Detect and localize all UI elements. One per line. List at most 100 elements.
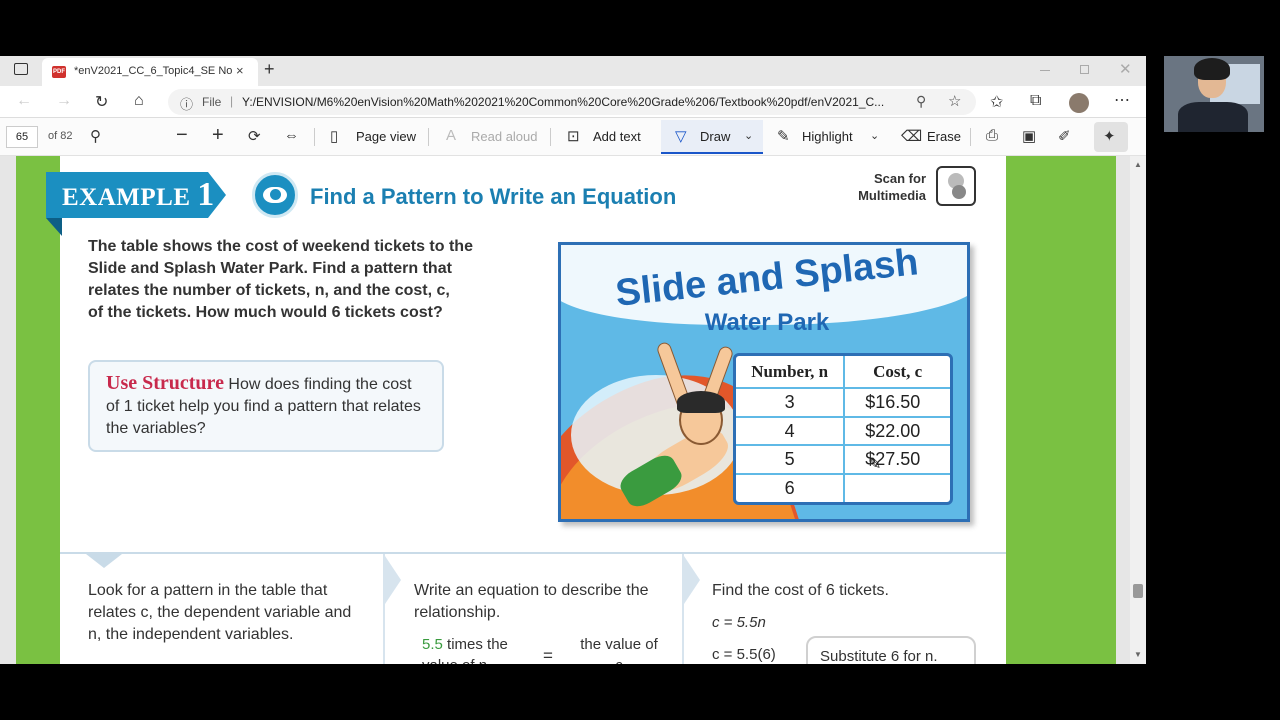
erase-button[interactable]: Erase [927, 129, 961, 144]
cell-number: 3 [736, 388, 846, 418]
close-window-icon[interactable]: ✕ [1119, 60, 1132, 78]
close-tab-icon[interactable]: × [236, 63, 244, 78]
page-green-margin-right [1006, 156, 1116, 664]
tab-bar: PDF *enV2021_CC_6_Topic4_SE Notes × + ✕ [0, 56, 1146, 86]
cell-cost [844, 474, 950, 502]
scroll-down-icon[interactable]: ▼ [1134, 650, 1142, 659]
eye-icon [252, 172, 298, 218]
table-header-row: Number, n Cost, c [736, 356, 950, 390]
new-tab-button[interactable]: + [264, 59, 275, 80]
forward-icon[interactable]: → [56, 92, 72, 110]
webcam-overlay [1164, 56, 1264, 132]
use-structure-heading: Use Structure [106, 372, 224, 394]
step-3-equation-2: c = 5.5(6) [712, 646, 776, 663]
highlight-button[interactable]: Highlight [802, 129, 853, 144]
step-1-text: Look for a pattern in the table that rel… [88, 582, 352, 643]
chevron-down-icon[interactable]: ⌄ [744, 129, 753, 142]
scrollbar-thumb[interactable] [1133, 584, 1143, 598]
page-view-button[interactable]: Page view [356, 129, 416, 144]
home-icon[interactable]: ⌂ [134, 92, 144, 110]
refresh-icon[interactable]: ↻ [95, 92, 108, 112]
url-field[interactable]: ⓘ File | Y:/ENVISION/M6%20enVision%20Mat… [168, 89, 976, 115]
search-icon[interactable]: ⚲ [90, 127, 101, 145]
save-as-icon[interactable]: ✐ [1058, 127, 1071, 145]
zoom-icon[interactable]: ⚲ [916, 93, 926, 110]
pen-cursor-icon: ✎ [868, 456, 882, 473]
table-row: 5 $27.50 [736, 445, 950, 475]
toolbar-divider [550, 128, 551, 146]
back-icon[interactable]: ← [16, 92, 32, 110]
step-2-equation-right: the value of c [580, 636, 658, 664]
document-viewport[interactable]: EXAMPLE 1 Find a Pattern to Write an Equ… [0, 156, 1130, 664]
cell-number: 4 [736, 416, 846, 447]
substitute-note: Substitute 6 for n. [806, 636, 976, 664]
draw-icon[interactable]: ▽ [675, 127, 687, 145]
example-label: EXAMPLE [62, 184, 191, 211]
multimedia-icon[interactable] [936, 166, 976, 206]
webcam-person-hair [1194, 58, 1230, 80]
column-header: Cost, c [844, 356, 950, 390]
tab-title: *enV2021_CC_6_Topic4_SE Notes [74, 65, 232, 77]
address-bar: ← → ↻ ⌂ ⓘ File | Y:/ENVISION/M6%20enVisi… [0, 86, 1146, 118]
url-scheme-label: File [202, 95, 222, 109]
steps-notch [86, 554, 122, 568]
more-options-icon[interactable]: ⋯ [1114, 90, 1130, 110]
vertical-scrollbar[interactable]: ▲ ▼ [1130, 156, 1146, 664]
webcam-person-body [1178, 102, 1248, 132]
cost-table: Number, n Cost, c 3 $16.50 4 $22.00 5 $2… [733, 353, 953, 505]
read-aloud-button[interactable]: Read aloud [471, 129, 538, 144]
url-separator: | [230, 94, 234, 108]
favorites-icon[interactable]: ✩ [990, 92, 1003, 112]
cell-cost: $22.00 [844, 416, 950, 447]
pdf-toolbar: 65 of 82 ⚲ − + ⟳ ⇔ ▯ Page view A Read al… [0, 118, 1146, 156]
pin-icon[interactable]: ✦ [1103, 127, 1116, 145]
browser-window: PDF *enV2021_CC_6_Topic4_SE Notes × + ✕ … [0, 56, 1146, 664]
scan-line-1: Scan for [873, 171, 926, 186]
steps-divider [60, 552, 1006, 554]
step-2-equation-left: 5.5 times the value of n [422, 634, 532, 664]
add-text-button[interactable]: Add text [593, 129, 641, 144]
collections-icon[interactable]: ⧉ [1030, 92, 1041, 110]
url-text[interactable]: Y:/ENVISION/M6%20enVision%20Math%202021%… [242, 95, 902, 109]
favorite-add-icon[interactable]: ☆ [948, 92, 961, 110]
draw-button[interactable]: Draw [700, 129, 730, 144]
prompt-line: of the tickets. How much would 6 tickets… [88, 304, 443, 321]
scroll-up-icon[interactable]: ▲ [1134, 160, 1142, 169]
prompt-line: Slide and Splash Water Park. Find a patt… [88, 260, 452, 277]
scan-for-multimedia: Scan for Multimedia [836, 170, 926, 204]
eraser-icon[interactable]: ⌫ [901, 127, 922, 145]
fit-page-icon[interactable]: ⇔ [284, 127, 299, 144]
add-text-icon[interactable]: ⊡ [567, 127, 580, 145]
profile-avatar[interactable] [1069, 93, 1089, 113]
zoom-in-icon[interactable]: + [212, 124, 224, 147]
zoom-out-icon[interactable]: − [176, 124, 188, 147]
read-aloud-icon[interactable]: A [446, 127, 456, 144]
table-row: 3 $16.50 [736, 388, 950, 418]
print-icon[interactable]: ⎙ [986, 127, 998, 144]
minimize-icon[interactable] [1040, 70, 1050, 71]
save-icon[interactable]: ▣ [1022, 127, 1036, 145]
cell-number: 5 [736, 445, 846, 475]
water-park-subtitle: Water Park [704, 309, 830, 336]
info-icon[interactable]: ⓘ [180, 94, 193, 113]
example-title: Find a Pattern to Write an Equation [310, 184, 677, 209]
table-row: 6 [736, 473, 950, 502]
step-arrow [385, 556, 401, 604]
pdf-page: EXAMPLE 1 Find a Pattern to Write an Equ… [16, 156, 1116, 664]
cell-number: 6 [736, 473, 846, 502]
scan-line-2: Multimedia [858, 188, 926, 203]
banner-fold [46, 218, 62, 236]
tab-pdf-document[interactable]: PDF *enV2021_CC_6_Topic4_SE Notes × [42, 58, 258, 86]
water-park-illustration: Slide and Splash Water Park Number, n Co… [558, 242, 970, 522]
problem-statement: The table shows the cost of weekend tick… [88, 236, 518, 324]
page-view-icon[interactable]: ▯ [330, 127, 338, 145]
step-arrow [684, 556, 700, 604]
example-banner: EXAMPLE 1 [46, 172, 226, 218]
chevron-down-icon[interactable]: ⌄ [870, 129, 879, 142]
restore-icon[interactable] [1080, 65, 1089, 74]
page-number-input[interactable]: 65 [6, 126, 38, 148]
highlight-icon[interactable]: ✎ [777, 127, 790, 145]
tab-actions-icon[interactable] [14, 63, 28, 75]
rotate-icon[interactable]: ⟳ [248, 127, 261, 145]
step-3-equation-1: c = 5.5n [712, 614, 766, 631]
